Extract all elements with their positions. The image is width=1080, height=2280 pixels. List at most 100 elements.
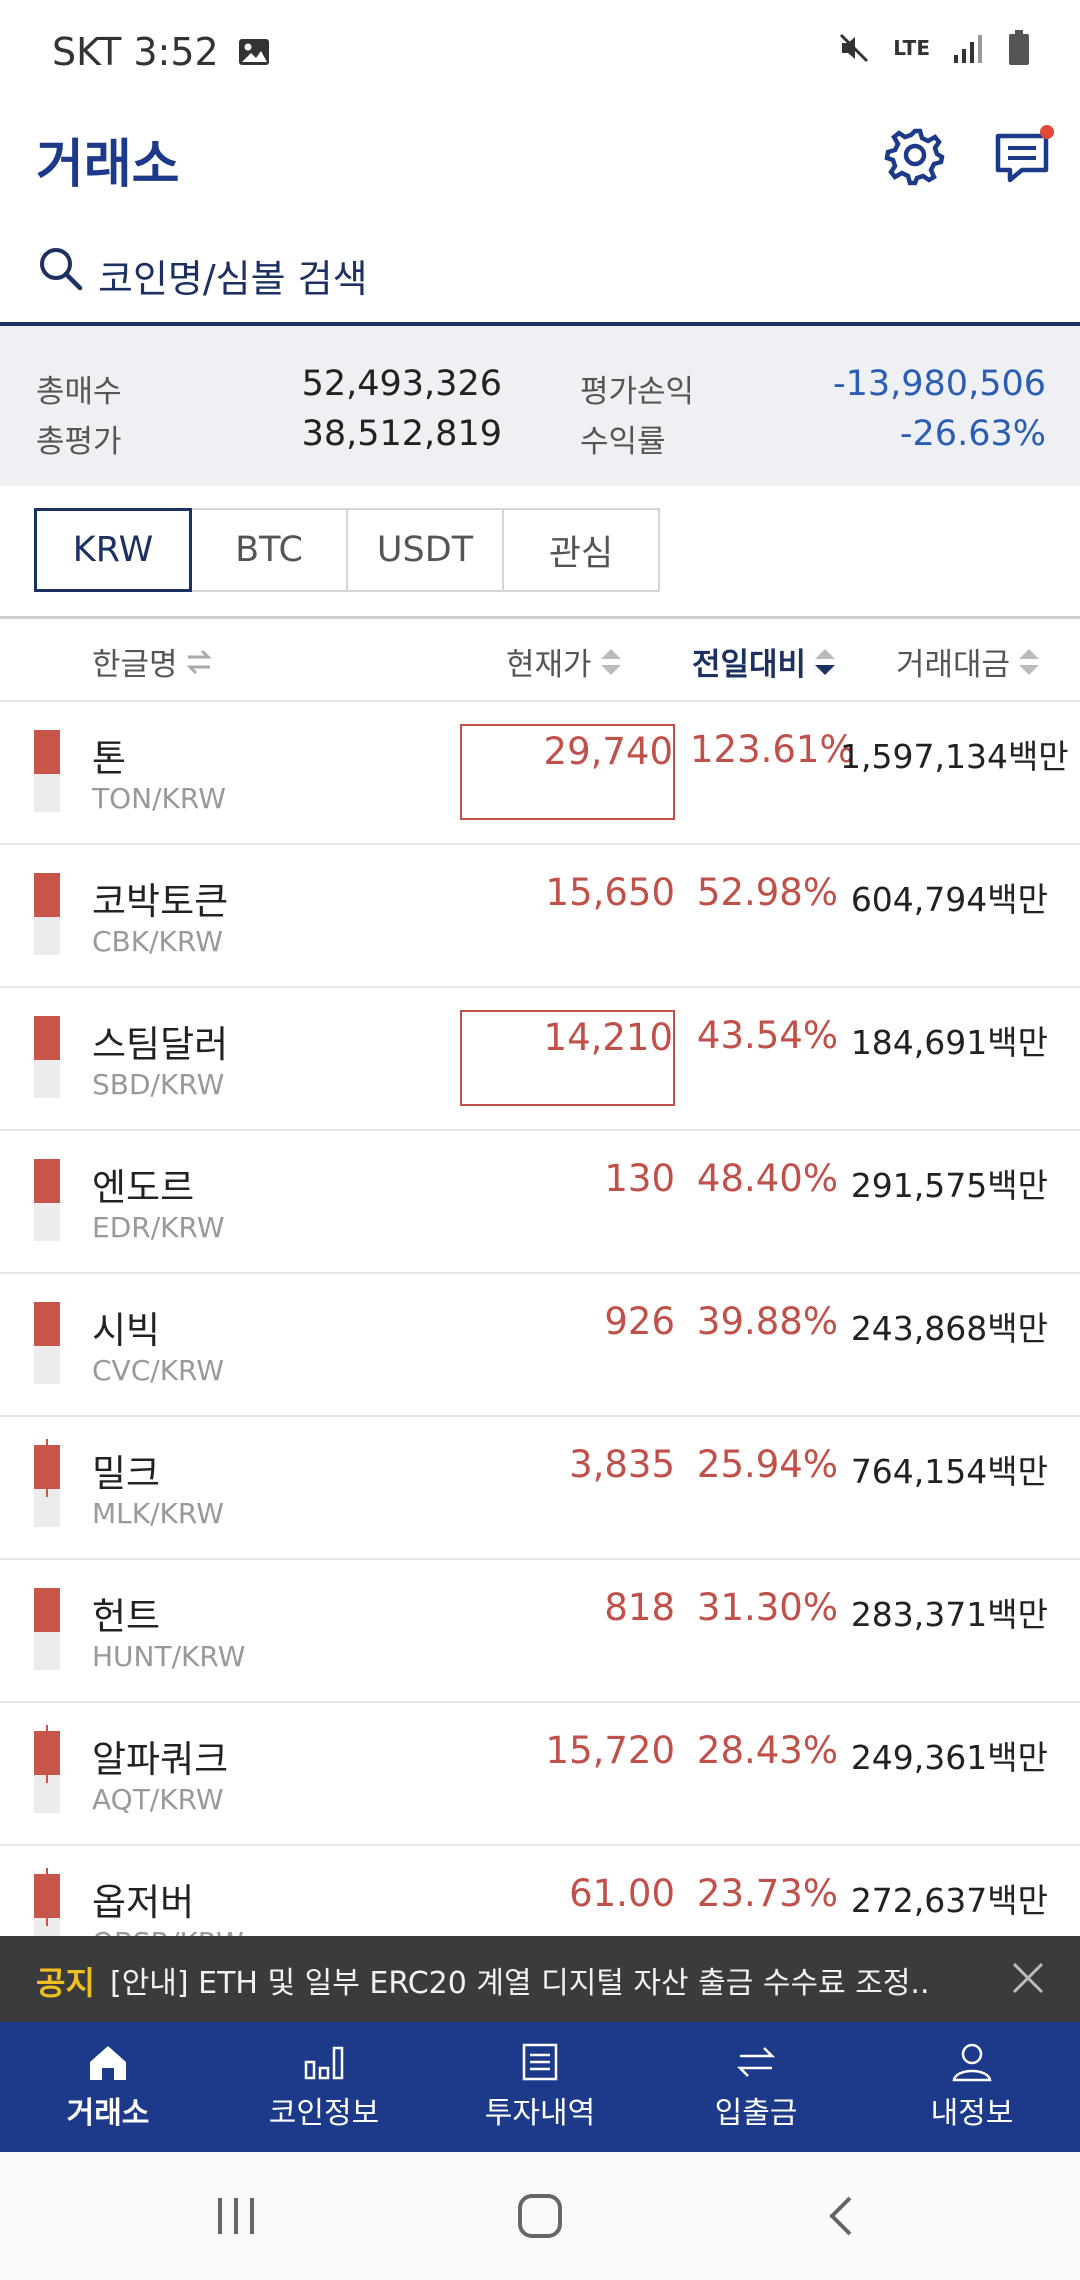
tab-favorites[interactable]: 관심 xyxy=(502,508,660,592)
nav-deposit-withdraw[interactable]: 입출금 xyxy=(648,2022,864,2152)
table-row[interactable]: 시빅 CVC/KRW 926 39.88% 243,868백만 xyxy=(0,1274,1080,1417)
coin-symbol: HUNT/KRW xyxy=(92,1640,246,1673)
coin-price: 15,720 xyxy=(545,1729,675,1772)
nav-investment[interactable]: 투자내역 xyxy=(432,2022,648,2152)
table-row[interactable]: 밀크 MLK/KRW 3,835 25.94% 764,154백만 xyxy=(0,1417,1080,1560)
signal-icon xyxy=(954,35,982,63)
sort-volume-button[interactable]: 거래대금 xyxy=(896,639,1042,684)
chat-icon xyxy=(995,125,1054,183)
coin-change: 123.61% xyxy=(690,728,855,771)
candle-icon xyxy=(34,1439,60,1527)
user-icon xyxy=(952,2043,992,2082)
coin-symbol: TON/KRW xyxy=(92,782,226,815)
nav-label: 코인정보 xyxy=(268,2096,380,2131)
coin-name: 스팀달러 xyxy=(92,1023,229,1066)
coin-name: 알파쿼크 xyxy=(92,1738,229,1781)
battery-icon xyxy=(1009,30,1029,65)
candle-icon xyxy=(34,873,60,955)
sort-change-button[interactable]: 전일대비 xyxy=(692,639,838,684)
candle-icon xyxy=(34,1016,60,1098)
total-eval-value: 38,512,819 xyxy=(301,414,502,454)
candle-icon xyxy=(34,730,60,812)
recent-apps-icon[interactable] xyxy=(206,2186,266,2246)
market-tabs: KRW BTC USDT 관심 xyxy=(34,508,660,592)
coin-price: 130 xyxy=(604,1157,675,1200)
nav-exchange[interactable]: 거래소 xyxy=(0,2022,216,2152)
table-row[interactable]: 스팀달러 SBD/KRW 14,210 43.54% 184,691백만 xyxy=(0,988,1080,1131)
sort-arrows-icon xyxy=(600,648,621,675)
app-header: 거래소 xyxy=(0,110,1080,240)
status-left: SKT 3:52 xyxy=(52,30,271,74)
coin-change: 31.30% xyxy=(696,1586,838,1629)
table-row[interactable]: 엔도르 EDR/KRW 130 48.40% 291,575백만 xyxy=(0,1131,1080,1274)
coin-price: 818 xyxy=(604,1586,675,1629)
messages-button[interactable] xyxy=(988,120,1058,190)
nav-label: 투자내역 xyxy=(484,2096,596,2131)
coin-symbol: SBD/KRW xyxy=(92,1068,225,1101)
table-row[interactable]: 헌트 HUNT/KRW 818 31.30% 283,371백만 xyxy=(0,1560,1080,1703)
back-icon[interactable] xyxy=(812,2186,872,2246)
coin-price: 3,835 xyxy=(569,1443,675,1486)
page-title: 거래소 xyxy=(36,135,180,195)
coin-name: 톤 xyxy=(92,737,127,780)
coin-name: 엔도르 xyxy=(92,1166,195,1209)
table-row[interactable]: 톤 TON/KRW 29,740 123.61% 1,597,134백만 xyxy=(0,702,1080,845)
nav-label: 내정보 xyxy=(930,2096,1014,2131)
table-row[interactable]: 옵저버 OBSR/KRW 61.00 23.73% 272,637백만 xyxy=(0,1846,1080,1936)
table-row[interactable]: 코박토큰 CBK/KRW 15,650 52.98% 604,794백만 xyxy=(0,845,1080,988)
pnl-label: 평가손익 xyxy=(580,374,695,410)
coin-change: 28.43% xyxy=(696,1729,838,1772)
close-icon[interactable] xyxy=(1006,1956,1050,2000)
sort-arrows-icon xyxy=(1019,648,1040,675)
notice-text[interactable]: [안내] ETH 및 일부 ERC20 계열 디지털 자산 출금 수수료 조정.… xyxy=(110,1958,930,2002)
coin-name: 밀크 xyxy=(92,1452,161,1495)
system-nav-bar xyxy=(0,2152,1080,2280)
candle-icon xyxy=(34,1159,60,1241)
coin-name: 코박토큰 xyxy=(92,880,229,923)
coin-symbol: OBSR/KRW xyxy=(92,1926,244,1936)
image-notification-icon xyxy=(238,39,269,65)
tab-usdt[interactable]: USDT xyxy=(346,508,504,592)
sort-name-button[interactable]: 한글명 xyxy=(92,639,214,684)
coin-volume: 283,371백만 xyxy=(850,1595,1048,1634)
coin-symbol: EDR/KRW xyxy=(92,1211,225,1244)
status-bar: SKT 3:52 LTE xyxy=(0,0,1080,110)
coin-list: 톤 TON/KRW 29,740 123.61% 1,597,134백만 코박토… xyxy=(0,702,1080,1936)
document-icon xyxy=(522,2043,558,2081)
header-change-label: 전일대비 xyxy=(692,647,807,683)
candle-icon xyxy=(34,1302,60,1384)
home-icon xyxy=(90,2046,126,2080)
coin-volume: 764,154백만 xyxy=(850,1452,1048,1491)
search-bar[interactable]: 코인명/심볼 검색 xyxy=(0,230,1080,326)
coin-symbol: AQT/KRW xyxy=(92,1783,224,1816)
tab-btc[interactable]: BTC xyxy=(190,508,348,592)
carrier-time: SKT 3:52 xyxy=(52,30,219,74)
pnl-value: -13,980,506 xyxy=(832,364,1046,404)
home-button-icon[interactable] xyxy=(510,2186,570,2246)
sort-price-button[interactable]: 현재가 xyxy=(506,639,624,684)
yield-label: 수익률 xyxy=(580,424,666,460)
transfer-icon xyxy=(736,2047,776,2077)
coin-change: 48.40% xyxy=(696,1157,838,1200)
swap-sort-icon xyxy=(185,649,212,674)
search-input[interactable]: 코인명/심볼 검색 xyxy=(98,248,368,303)
coin-symbol: CVC/KRW xyxy=(92,1354,225,1387)
coin-name: 시빅 xyxy=(92,1309,161,1352)
coin-volume: 1,597,134백만 xyxy=(840,737,1069,776)
coin-volume: 604,794백만 xyxy=(850,880,1048,919)
tab-krw[interactable]: KRW xyxy=(34,508,192,592)
table-row[interactable]: 알파쿼크 AQT/KRW 15,720 28.43% 249,361백만 xyxy=(0,1703,1080,1846)
notice-banner[interactable]: 공지 [안내] ETH 및 일부 ERC20 계열 디지털 자산 출금 수수료 … xyxy=(0,1936,1080,2022)
nav-my-info[interactable]: 내정보 xyxy=(864,2022,1080,2152)
coin-volume: 291,575백만 xyxy=(850,1166,1048,1205)
coin-symbol: CBK/KRW xyxy=(92,925,223,958)
candle-icon xyxy=(34,1588,60,1670)
coin-volume: 184,691백만 xyxy=(850,1023,1048,1062)
coin-symbol: MLK/KRW xyxy=(92,1497,224,1530)
settings-button[interactable] xyxy=(880,120,950,190)
nav-coin-info[interactable]: 코인정보 xyxy=(216,2022,432,2152)
coin-volume: 272,637백만 xyxy=(850,1881,1048,1920)
total-eval-label: 총평가 xyxy=(36,424,122,460)
table-header: 한글명 현재가 전일대비 거래대금 xyxy=(0,616,1080,702)
coin-name: 헌트 xyxy=(92,1595,161,1638)
